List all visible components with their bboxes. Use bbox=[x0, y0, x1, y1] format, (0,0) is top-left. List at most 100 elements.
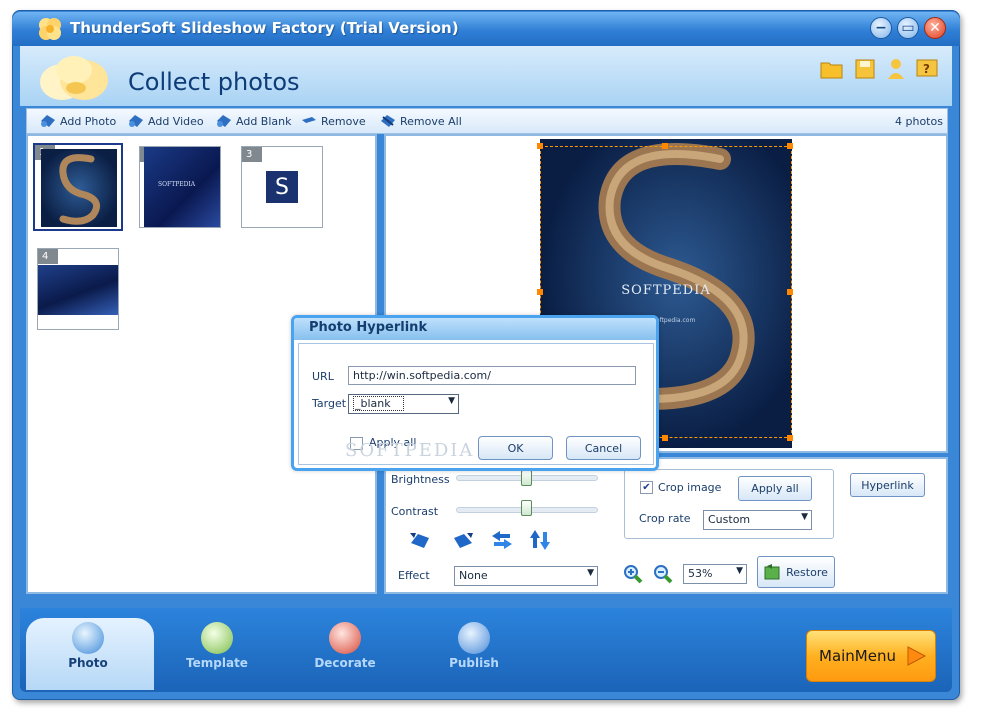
close-button[interactable]: ✕ bbox=[924, 17, 946, 39]
crop-image-checkbox[interactable]: ✔ bbox=[640, 481, 653, 494]
ok-button[interactable]: OK bbox=[478, 436, 553, 460]
rotate-left-icon[interactable] bbox=[408, 529, 432, 551]
chevron-down-icon: ▼ bbox=[448, 396, 455, 406]
remove-icon bbox=[302, 117, 316, 123]
crop-rate-label: Crop rate bbox=[639, 512, 691, 525]
main-menu-button[interactable]: MainMenu bbox=[806, 630, 936, 682]
add-photo-label: Add Photo bbox=[60, 114, 117, 128]
app-logo-icon bbox=[36, 15, 64, 43]
svg-text:?: ? bbox=[923, 62, 930, 76]
ok-label: OK bbox=[507, 441, 524, 455]
save-icon[interactable] bbox=[853, 57, 877, 81]
zoom-select[interactable]: 53% ▼ bbox=[683, 564, 747, 584]
chevron-down-icon: ▼ bbox=[801, 512, 808, 522]
remove-all-button[interactable]: Remove All bbox=[380, 113, 462, 129]
zoom-in-icon[interactable] bbox=[622, 563, 644, 585]
maximize-button[interactable]: ▭ bbox=[897, 17, 919, 39]
crop-handle[interactable] bbox=[787, 289, 793, 295]
window-title: ThunderSoft Slideshow Factory (Trial Ver… bbox=[70, 19, 459, 37]
add-photo-button[interactable]: Add Photo bbox=[40, 113, 116, 129]
cancel-label: Cancel bbox=[584, 441, 623, 455]
dialog-title: Photo Hyperlink bbox=[309, 320, 428, 335]
apply-all-label: Apply all bbox=[751, 482, 799, 495]
tab-decorate-label: Decorate bbox=[314, 656, 376, 670]
open-folder-icon[interactable] bbox=[820, 57, 844, 81]
tab-photo[interactable]: Photo bbox=[38, 620, 138, 672]
add-photo-icon bbox=[41, 115, 55, 127]
tab-photo-label: Photo bbox=[68, 656, 108, 670]
hyperlink-button[interactable]: Hyperlink bbox=[850, 473, 925, 497]
thumbnail-1[interactable]: 1 bbox=[33, 143, 123, 231]
add-blank-button[interactable]: Add Blank bbox=[216, 113, 291, 129]
target-value: _blank bbox=[353, 396, 404, 411]
crop-rate-select[interactable]: Custom ▼ bbox=[703, 510, 812, 530]
template-tab-icon bbox=[201, 622, 233, 654]
close-icon: ✕ bbox=[929, 20, 941, 36]
add-blank-icon bbox=[217, 115, 231, 127]
url-label: URL bbox=[312, 370, 334, 383]
zoom-out-icon[interactable] bbox=[652, 563, 674, 585]
tab-template[interactable]: Template bbox=[167, 620, 267, 672]
effect-select[interactable]: None ▼ bbox=[454, 566, 598, 586]
tab-publish-label: Publish bbox=[449, 656, 499, 670]
flip-horizontal-icon[interactable] bbox=[490, 529, 514, 551]
thumbnail-image bbox=[41, 149, 117, 227]
minimize-button[interactable]: − bbox=[870, 17, 892, 39]
crop-image-label: Crop image bbox=[658, 481, 722, 494]
main-menu-label: MainMenu bbox=[819, 647, 896, 665]
thumbnail-number: 4 bbox=[38, 249, 58, 264]
photo-tab-icon bbox=[72, 622, 104, 654]
dialog-watermark: SOFTPEDIA bbox=[345, 440, 475, 461]
thumbnail-4[interactable]: 4 bbox=[37, 248, 119, 330]
thumbnail-number: 3 bbox=[242, 147, 262, 162]
chevron-down-icon: ▼ bbox=[736, 566, 743, 576]
rotate-right-icon[interactable] bbox=[451, 529, 475, 551]
remove-button[interactable]: Remove bbox=[301, 113, 366, 129]
brightness-label: Brightness bbox=[391, 473, 450, 486]
photo-count: 4 photos bbox=[895, 115, 943, 128]
remove-all-label: Remove All bbox=[400, 114, 462, 128]
chevron-down-icon: ▼ bbox=[587, 568, 594, 578]
header-logo-icon bbox=[24, 50, 120, 100]
page-title: Collect photos bbox=[128, 68, 300, 96]
crop-handle[interactable] bbox=[787, 143, 793, 149]
add-blank-label: Add Blank bbox=[236, 114, 292, 128]
thumbnail-3[interactable]: 3 S bbox=[241, 146, 323, 228]
target-label: Target bbox=[312, 397, 347, 410]
brightness-slider-thumb[interactable] bbox=[521, 470, 532, 486]
thumbnail-text: SOFTPEDIA bbox=[158, 181, 196, 188]
url-input[interactable]: http://win.softpedia.com/ bbox=[348, 366, 636, 385]
decorate-tab-icon bbox=[329, 622, 361, 654]
remove-all-icon bbox=[381, 115, 395, 127]
crop-handle[interactable] bbox=[537, 143, 543, 149]
crop-handle[interactable] bbox=[537, 289, 543, 295]
crop-handle[interactable] bbox=[662, 143, 668, 149]
remove-label: Remove bbox=[321, 114, 366, 128]
hyperlink-label: Hyperlink bbox=[861, 478, 914, 492]
tab-publish[interactable]: Publish bbox=[424, 620, 524, 672]
restore-button[interactable]: Restore bbox=[757, 556, 835, 588]
tab-decorate[interactable]: Decorate bbox=[295, 620, 395, 672]
thumbnail-image: S bbox=[266, 171, 298, 203]
flip-vertical-icon[interactable] bbox=[528, 528, 552, 552]
add-video-label: Add Video bbox=[148, 114, 204, 128]
thumbnail-image: SOFTPEDIA bbox=[144, 147, 220, 227]
crop-handle[interactable] bbox=[787, 435, 793, 441]
publish-tab-icon bbox=[458, 622, 490, 654]
add-video-button[interactable]: Add Video bbox=[128, 113, 204, 129]
minimize-icon: − bbox=[875, 20, 887, 36]
thumbnail-image bbox=[38, 265, 118, 315]
restore-label: Restore bbox=[786, 565, 828, 579]
target-select[interactable]: _blank ▼ bbox=[348, 394, 459, 414]
help-icon[interactable]: ? bbox=[915, 57, 939, 81]
play-arrow-icon bbox=[907, 646, 927, 666]
contrast-slider-thumb[interactable] bbox=[521, 500, 532, 516]
maximize-icon: ▭ bbox=[901, 20, 915, 36]
apply-all-button[interactable]: Apply all bbox=[738, 476, 812, 501]
crop-rate-value: Custom bbox=[708, 513, 751, 526]
thumbnail-2[interactable]: 2 SOFTPEDIA bbox=[139, 146, 221, 228]
tab-template-label: Template bbox=[186, 656, 248, 670]
cancel-button[interactable]: Cancel bbox=[566, 436, 641, 460]
crop-handle[interactable] bbox=[662, 435, 668, 441]
user-help-icon[interactable] bbox=[884, 57, 908, 81]
